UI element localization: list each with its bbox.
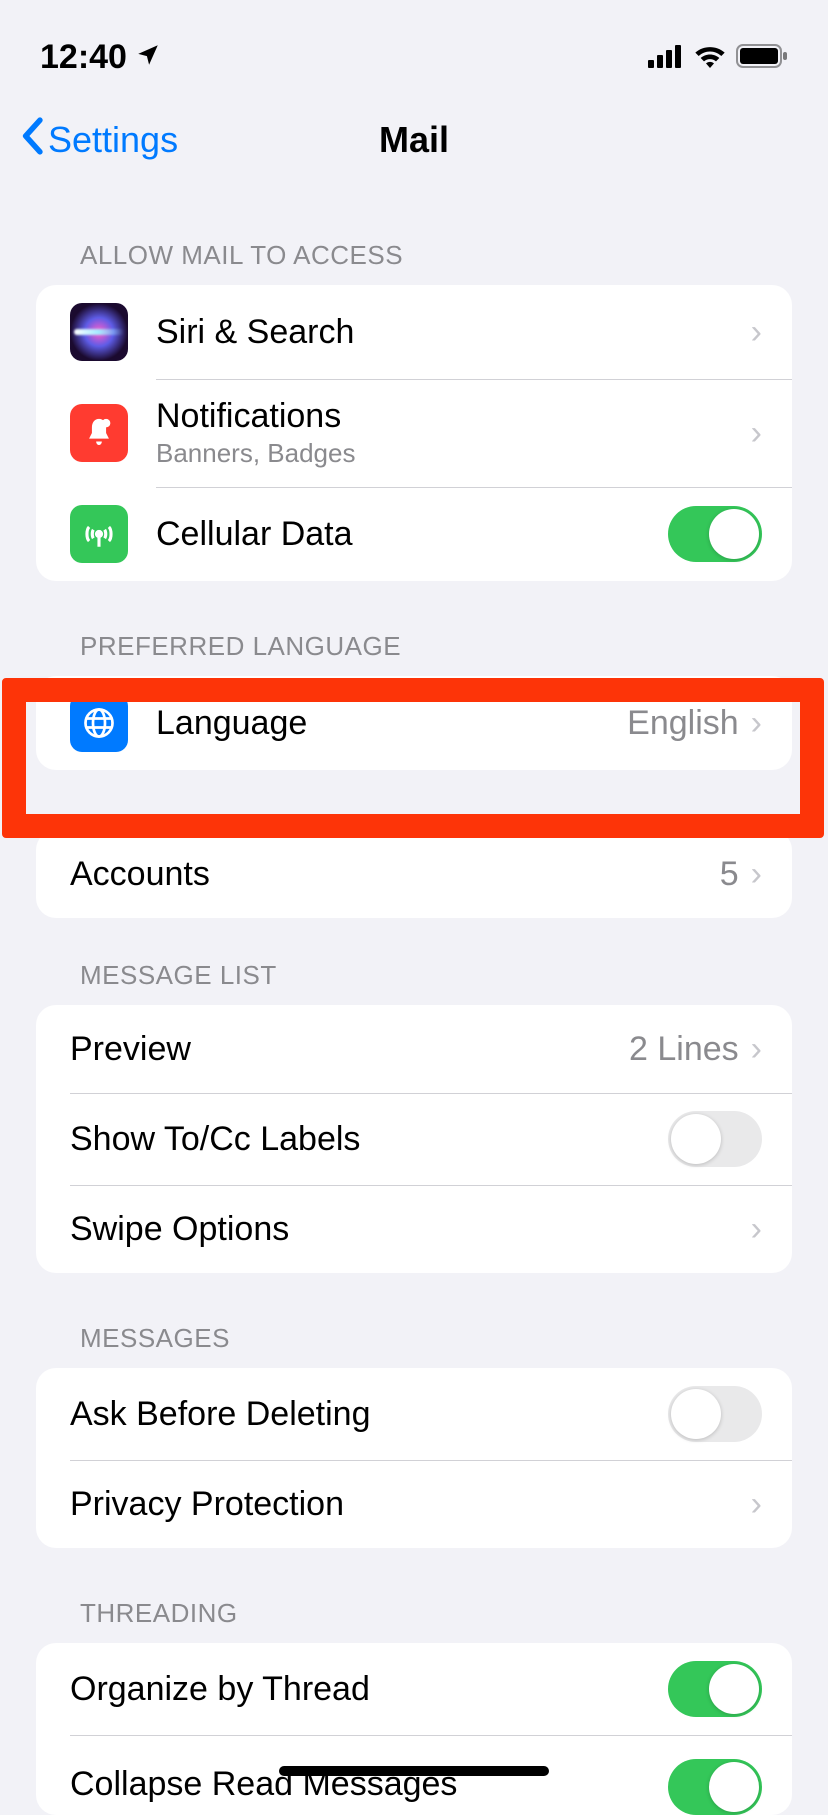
toggle-ask-before-deleting[interactable] — [668, 1386, 762, 1442]
toggle-show-tocc[interactable] — [668, 1111, 762, 1167]
status-right — [648, 39, 788, 76]
section-threading: Organize by Thread Collapse Read Message… — [36, 1643, 792, 1815]
row-show-tocc: Show To/Cc Labels — [36, 1093, 792, 1185]
toggle-collapse-read[interactable] — [668, 1759, 762, 1815]
status-bar: 12:40 — [0, 0, 828, 90]
row-swipe-options[interactable]: Swipe Options › — [36, 1185, 792, 1273]
section-msglist: Preview 2 Lines › Show To/Cc Labels Swip… — [36, 1005, 792, 1273]
wifi-icon — [694, 39, 726, 76]
status-time: 12:40 — [40, 38, 127, 77]
battery-icon — [736, 39, 788, 76]
location-icon — [135, 38, 161, 77]
row-label-askdelete: Ask Before Deleting — [70, 1395, 668, 1434]
notifications-icon — [70, 404, 128, 462]
row-cellular-data: Cellular Data — [36, 487, 792, 581]
section-messages: Ask Before Deleting Privacy Protection › — [36, 1368, 792, 1548]
row-siri-search[interactable]: Siri & Search › — [36, 285, 792, 379]
row-label-organize: Organize by Thread — [70, 1670, 668, 1709]
row-preview[interactable]: Preview 2 Lines › — [36, 1005, 792, 1093]
row-notifications[interactable]: Notifications Banners, Badges › — [36, 379, 792, 487]
row-label-swipe: Swipe Options — [70, 1210, 751, 1249]
toggle-organize-by-thread[interactable] — [668, 1661, 762, 1717]
row-organize-by-thread: Organize by Thread — [36, 1643, 792, 1735]
back-button[interactable]: Settings — [20, 117, 178, 164]
chevron-right-icon: › — [751, 313, 762, 352]
row-sub-notifications: Banners, Badges — [156, 438, 751, 469]
row-ask-before-deleting: Ask Before Deleting — [36, 1368, 792, 1460]
page-title: Mail — [379, 119, 449, 161]
chevron-right-icon: › — [751, 704, 762, 743]
row-label-showtocc: Show To/Cc Labels — [70, 1120, 668, 1159]
globe-icon — [70, 694, 128, 752]
row-label-cellular: Cellular Data — [156, 515, 668, 554]
row-value-preview: 2 Lines — [629, 1030, 739, 1069]
section-access: Siri & Search › Notifications Banners, B… — [36, 285, 792, 581]
row-label-privacy: Privacy Protection — [70, 1485, 751, 1524]
cellular-signal-icon — [648, 39, 684, 76]
home-indicator[interactable] — [279, 1766, 549, 1776]
chevron-right-icon: › — [751, 1030, 762, 1069]
row-label-language: Language — [156, 704, 627, 743]
chevron-right-icon: › — [751, 1485, 762, 1524]
section-header-messages: MESSAGES — [0, 1273, 828, 1368]
chevron-right-icon: › — [751, 1210, 762, 1249]
section-language: Language English › — [36, 676, 792, 770]
section-header-access: ALLOW MAIL TO ACCESS — [0, 190, 828, 285]
row-label-accounts: Accounts — [70, 855, 720, 894]
chevron-right-icon: › — [751, 414, 762, 453]
row-accounts[interactable]: Accounts 5 › — [36, 830, 792, 918]
section-accounts: Accounts 5 › — [36, 830, 792, 918]
toggle-cellular-data[interactable] — [668, 506, 762, 562]
row-label-notifications: Notifications — [156, 397, 751, 436]
row-privacy-protection[interactable]: Privacy Protection › — [36, 1460, 792, 1548]
cellular-icon — [70, 505, 128, 563]
back-label: Settings — [48, 119, 178, 161]
siri-icon — [70, 303, 128, 361]
chevron-left-icon — [20, 117, 44, 164]
row-label-preview: Preview — [70, 1030, 629, 1069]
section-header-language: PREFERRED LANGUAGE — [0, 581, 828, 676]
section-header-threading: THREADING — [0, 1548, 828, 1643]
row-value-language: English — [627, 704, 739, 743]
row-label-siri: Siri & Search — [156, 313, 751, 352]
row-value-accounts: 5 — [720, 855, 739, 894]
nav-header: Settings Mail — [0, 90, 828, 190]
chevron-right-icon: › — [751, 855, 762, 894]
section-header-msglist: MESSAGE LIST — [0, 918, 828, 1005]
status-left: 12:40 — [40, 38, 161, 77]
row-language[interactable]: Language English › — [36, 676, 792, 770]
